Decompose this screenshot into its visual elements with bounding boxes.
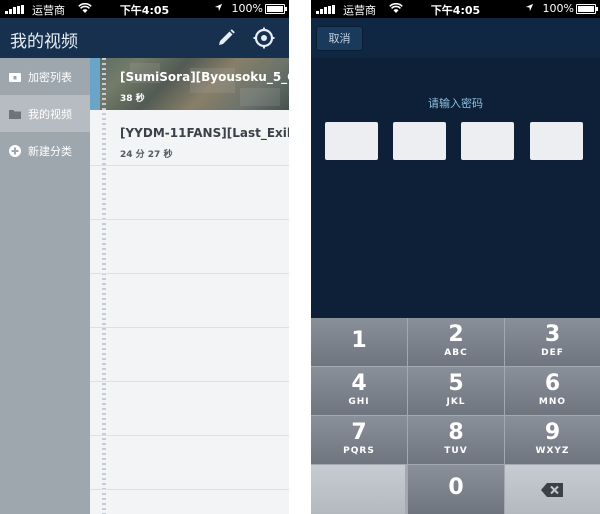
sidebar-item-encrypted-list[interactable]: 加密列表 <box>0 58 90 95</box>
key-letters: ABC <box>444 348 468 358</box>
key-2[interactable]: 2 ABC <box>408 318 504 366</box>
plus-icon <box>9 144 21 157</box>
key-digit: 3 <box>544 322 561 347</box>
divider <box>90 381 289 382</box>
sidebar-item-new-category[interactable]: 新建分类 <box>0 132 90 169</box>
delete-key[interactable] <box>505 465 600 514</box>
key-9[interactable]: 9 WXYZ <box>505 416 600 464</box>
folder-icon <box>9 109 21 119</box>
passcode-digit-box <box>393 122 446 160</box>
lock-icon <box>9 72 21 82</box>
key-letters: GHI <box>348 397 370 407</box>
key-letters: WXYZ <box>535 446 570 456</box>
video-library-screen: 运营商 下午4:05 100% 我的视频 加密列表 我的视频 新建分类 [Sum… <box>0 0 289 514</box>
passcode-digit-box <box>530 122 583 160</box>
status-bar: 运营商 下午4:05 100% <box>0 0 289 18</box>
key-digit: 2 <box>448 322 464 347</box>
passcode-screen: 运营商 下午4:05 100% 取消 请输入密码 1 2 ABC 3 DEF 4… <box>311 0 600 514</box>
key-letters: MNO <box>538 397 567 407</box>
gear-icon[interactable] <box>252 26 276 50</box>
key-1[interactable]: 1 <box>311 318 407 366</box>
key-5[interactable]: 5 JKL <box>408 367 504 415</box>
key-7[interactable]: 7 PQRS <box>311 416 407 464</box>
video-duration: 38 秒 <box>120 94 145 104</box>
key-letters: JKL <box>446 397 466 407</box>
backspace-icon <box>541 483 563 497</box>
key-digit: 7 <box>351 420 367 445</box>
battery-percent: 100% <box>231 2 263 15</box>
divider <box>90 165 289 166</box>
blank-key <box>311 465 405 514</box>
divider <box>90 489 289 490</box>
nav-bar: 我的视频 <box>0 18 289 58</box>
key-letters: TUV <box>444 446 468 456</box>
video-duration: 24 分 27 秒 <box>120 150 173 160</box>
passcode-digit-box <box>461 122 514 160</box>
video-title: [SumiSora][Byousoku_5_Ce <box>120 70 289 84</box>
list-item[interactable]: [SumiSora][Byousoku_5_Ce 38 秒 <box>90 58 289 110</box>
thumbnail-edge <box>90 58 100 110</box>
location-icon <box>525 3 534 12</box>
divider <box>90 327 289 328</box>
key-digit: 6 <box>544 371 561 396</box>
video-list: [SumiSora][Byousoku_5_Ce 38 秒 [YYDM-11FA… <box>90 58 289 514</box>
video-title: [YYDM-11FANS][Last_Exile] <box>120 126 289 140</box>
key-digit: 1 <box>351 328 367 353</box>
key-letters: DEF <box>541 348 564 358</box>
passcode-digit-box <box>325 122 378 160</box>
sidebar-item-my-videos[interactable]: 我的视频 <box>0 95 90 132</box>
sidebar: 加密列表 我的视频 新建分类 <box>0 58 90 514</box>
film-perforation <box>102 58 106 514</box>
key-6[interactable]: 6 MNO <box>505 367 600 415</box>
passcode-prompt: 请输入密码 <box>428 97 483 110</box>
key-3[interactable]: 3 DEF <box>505 318 600 366</box>
divider <box>90 273 289 274</box>
key-4[interactable]: 4 GHI <box>311 367 407 415</box>
sidebar-item-label: 加密列表 <box>28 70 72 84</box>
sidebar-item-label: 新建分类 <box>28 144 72 158</box>
divider <box>90 435 289 436</box>
key-8[interactable]: 8 TUV <box>408 416 504 464</box>
key-digit: 0 <box>448 475 464 500</box>
battery-icon <box>576 4 598 14</box>
sidebar-item-label: 我的视频 <box>28 107 72 121</box>
nav-bar: 取消 <box>311 18 600 58</box>
key-0[interactable]: 0 <box>408 465 504 514</box>
pencil-icon[interactable] <box>214 26 238 50</box>
status-bar: 运营商 下午4:05 100% <box>311 0 600 18</box>
battery-percent: 100% <box>542 2 574 15</box>
key-digit: 4 <box>351 371 367 396</box>
location-icon <box>214 3 223 12</box>
page-title: 我的视频 <box>10 32 78 52</box>
cancel-button[interactable]: 取消 <box>316 26 363 51</box>
battery-icon <box>265 4 287 14</box>
key-digit: 9 <box>544 420 561 445</box>
key-letters: PQRS <box>343 446 375 456</box>
key-digit: 5 <box>448 371 464 396</box>
numeric-keypad: 1 2 ABC 3 DEF 4 GHI 5 JKL 6 MNO 7 PQRS 8… <box>311 318 600 514</box>
key-digit: 8 <box>448 420 464 445</box>
divider <box>90 219 289 220</box>
